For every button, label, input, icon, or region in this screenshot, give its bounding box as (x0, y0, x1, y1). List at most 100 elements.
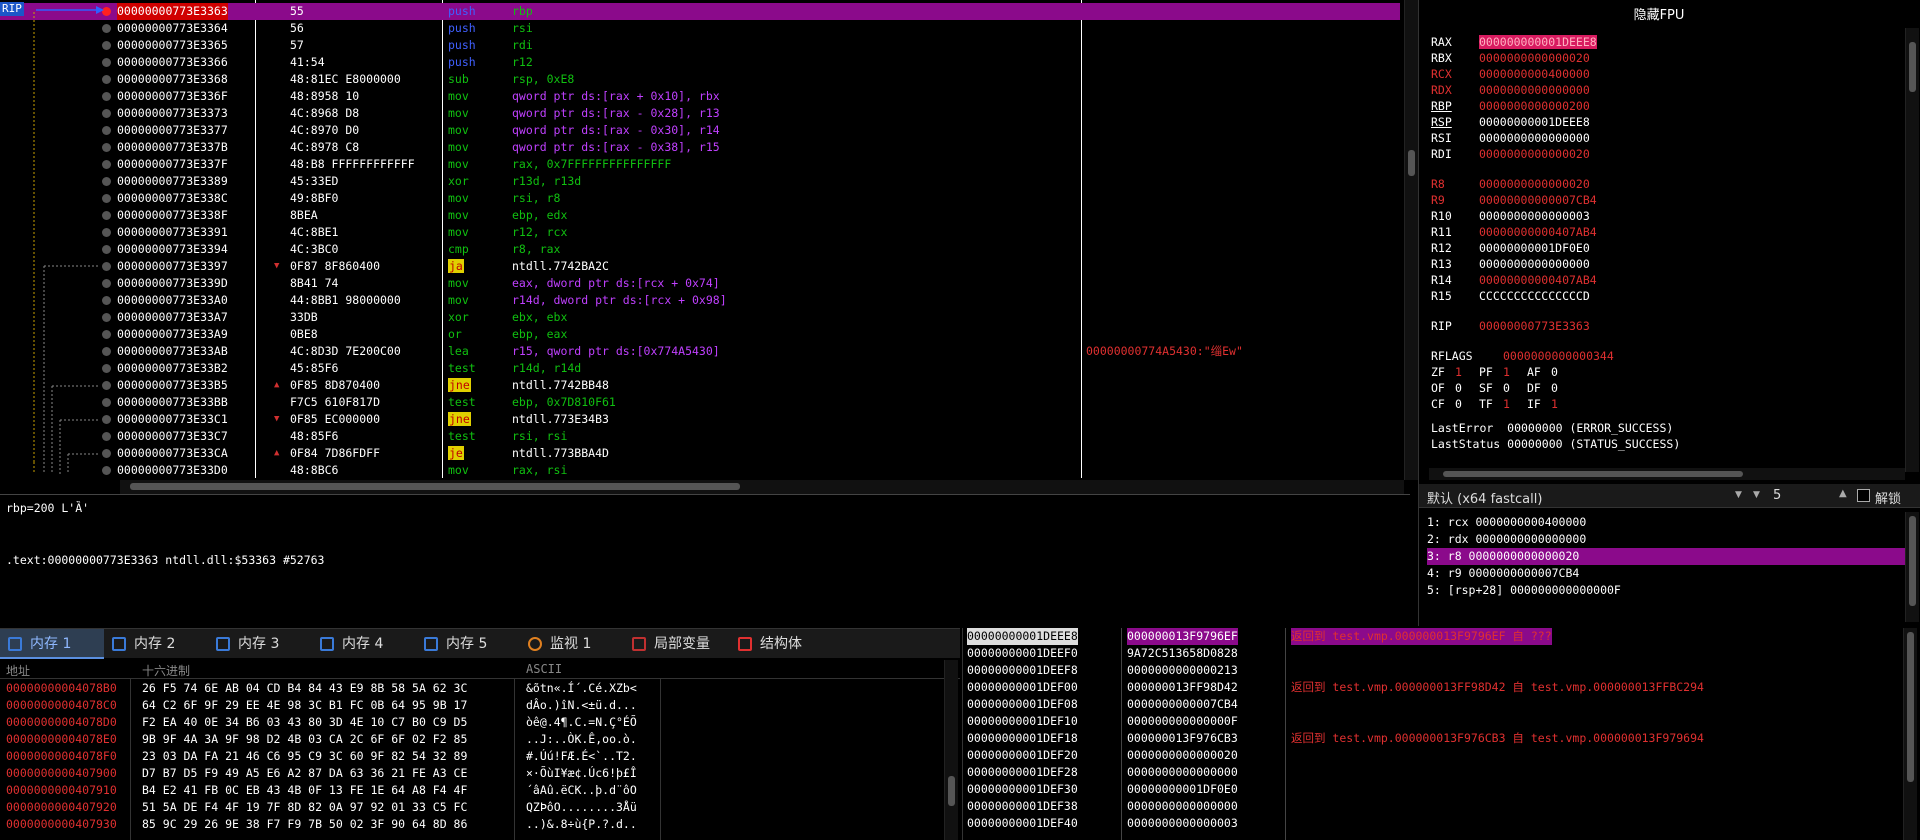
register-row[interactable]: R10 0000000000000003 (1431, 208, 1590, 224)
hex-ascii[interactable]: òê@.4¶.C.=N.Ç°ÉÕ (526, 714, 637, 731)
call-convention-select[interactable]: 默认 (x64 fastcall) (1427, 488, 1542, 507)
registers-panel[interactable]: 隐藏FPU RAX 000000000001DEEE8 RBX 00000000000… (1418, 0, 1920, 484)
disasm-row[interactable]: 00000000773E33AB 4C:8D3D 7E200C00 lea r15, … (0, 343, 1400, 360)
disasm-row[interactable]: 00000000773E337B 4C:8978 C8 mov qword ptr d… (0, 139, 1400, 156)
registers-hscroll[interactable] (1429, 468, 1905, 480)
hex-row[interactable]: 00000000004078E0 9B 9F 4A 3A 9F 98 D2 4B … (6, 731, 637, 748)
tab-4[interactable]: 内存 4 (312, 629, 416, 659)
hex-ascii[interactable]: ..J:..ÒK.Ê,oo.ò. (526, 731, 637, 748)
flag-value[interactable]: 0 (1455, 380, 1479, 396)
argument-row[interactable]: 5: [rsp+28] 000000000000000F (1427, 582, 1907, 599)
hex-bytes[interactable]: 26 F5 74 6E AB 04 CD B4 84 43 E9 8B 58 5… (142, 680, 467, 697)
register-row[interactable]: R9 00000000000007CB4 (1431, 192, 1597, 208)
register-value[interactable]: CCCCCCCCCCCCCCCD (1479, 289, 1590, 303)
register-value[interactable]: 0000000000000000 (1479, 131, 1590, 145)
disasm-row[interactable]: 00000000773E33A7 33DB xor ebx, ebx (0, 309, 1400, 326)
stack-row[interactable]: 00000000001DEEF8 0000000000000213 (963, 662, 1903, 679)
disassembly-view[interactable]: 00000000773E3363 55 push rbp 00000000773E336… (0, 0, 1404, 480)
hex-ascii[interactable]: QZÞôO........3Åü (526, 799, 637, 816)
register-value[interactable]: 0000000000000344 (1503, 349, 1614, 363)
hex-bytes[interactable]: 23 03 DA FA 21 46 C6 95 C9 3C 60 9F 82 5… (142, 748, 467, 765)
disasm-row[interactable]: 00000000773E3389 45:33ED xor r13d, r13d (0, 173, 1400, 190)
hex-bytes[interactable]: 51 5A DE F4 4F 19 7F 8D 82 0A 97 92 01 3… (142, 799, 467, 816)
register-row[interactable]: RSI 0000000000000000 (1431, 130, 1590, 146)
flag-value[interactable]: 0 (1551, 364, 1575, 380)
register-value[interactable]: 0000000000000020 (1479, 147, 1590, 161)
disasm-row[interactable]: 00000000773E337F 48:B8 FFFFFFFFFFFF mov rax… (0, 156, 1400, 173)
callconv-vscroll[interactable] (1905, 512, 1919, 622)
disasm-row[interactable]: 00000000773E3363 55 push rbp (0, 3, 1400, 20)
hex-dump-view[interactable]: 地址 十六进制 ASCII 00000000004078B0 26 F5 74 6… (0, 660, 960, 840)
register-value[interactable]: 0000000000000000 (1479, 83, 1590, 97)
disasm-row[interactable]: 00000000773E33A0 44:8BB1 98000000 mov r14d,… (0, 292, 1400, 309)
register-row[interactable]: R13 0000000000000000 (1431, 256, 1590, 272)
register-value[interactable]: 00000000001DEEE8 (1479, 115, 1590, 129)
stack-row[interactable]: 00000000001DEF10 000000000000000F (963, 713, 1903, 730)
hex-row[interactable]: 0000000000407930 85 9C 29 26 9E 38 F7 F9 … (6, 816, 637, 833)
hex-bytes[interactable]: 9B 9F 4A 3A 9F 98 D2 4B 03 CA 2C 6F 6F 0… (142, 731, 467, 748)
disasm-row[interactable]: 00000000773E33B5 0F85 8D870400 ▲ jne ntdll.7… (0, 377, 1400, 394)
hex-row[interactable]: 00000000004078F0 23 03 DA FA 21 46 C6 95 … (6, 748, 637, 765)
disasm-row[interactable]: 00000000773E3364 56 push rsi (0, 20, 1400, 37)
register-row[interactable]: RSP 00000000001DEEE8 (1431, 114, 1590, 130)
tab-1[interactable]: 内存 1 (0, 629, 104, 659)
disasm-row[interactable]: 00000000773E33CA 0F84 7D86FDFF ▲ je ntdll.77… (0, 445, 1400, 462)
flag-value[interactable]: 0 (1455, 396, 1479, 412)
hex-ascii[interactable]: #.Úú!FÆ.É<`..T2. (526, 748, 637, 765)
hex-row[interactable]: 00000000004078C0 64 C2 6F 9F 29 EE 4E 98 … (6, 697, 637, 714)
stack-view[interactable]: 00000000001DEEE8 000000013F9796EF 返回到 test… (962, 628, 1920, 840)
register-value[interactable]: 00000000773E3363 (1479, 319, 1590, 333)
register-value[interactable]: 0000000000000000 (1479, 257, 1590, 271)
register-row[interactable]: R15 CCCCCCCCCCCCCCCD (1431, 288, 1590, 304)
hex-row[interactable]: 0000000000407900 D7 B7 D5 F9 49 A5 E6 A2 … (6, 765, 637, 782)
register-value[interactable]: 000000000001DEEE8 (1479, 35, 1597, 49)
flags-row[interactable]: CF 0 TF 1 IF 1 (1431, 396, 1575, 412)
hex-bytes[interactable]: F2 EA 40 0E 34 B6 03 43 80 3D 4E 10 C7 B… (142, 714, 467, 731)
disasm-row[interactable]: 00000000773E336F 48:8958 10 mov qword ptr d… (0, 88, 1400, 105)
argument-row[interactable]: 2: rdx 0000000000000000 (1427, 531, 1907, 548)
disasm-row[interactable]: 00000000773E338C 49:8BF0 mov rsi, r8 (0, 190, 1400, 207)
disasm-row[interactable]: 00000000773E3373 4C:8968 D8 mov qword ptr d… (0, 105, 1400, 122)
disasm-row[interactable]: 00000000773E3368 48:81EC E8000000 sub rsp, … (0, 71, 1400, 88)
disasm-row[interactable]: 00000000773E3391 4C:8BE1 mov r12, rcx (0, 224, 1400, 241)
register-value[interactable]: 0000000000000020 (1479, 177, 1590, 191)
flag-value[interactable]: 1 (1503, 396, 1527, 412)
disassembly-vscroll[interactable] (1404, 0, 1418, 480)
chevron-down-icon[interactable]: ▼ (1735, 490, 1742, 500)
unlock-checkbox[interactable] (1857, 489, 1870, 502)
hex-row[interactable]: 00000000004078B0 26 F5 74 6E AB 04 CD B4 … (6, 680, 637, 697)
register-value[interactable]: 00000000000407AB4 (1479, 273, 1597, 287)
register-row[interactable]: RAX 000000000001DEEE8 (1431, 34, 1597, 50)
disasm-row[interactable]: 00000000773E3377 4C:8970 D0 mov qword ptr d… (0, 122, 1400, 139)
tab-5[interactable]: 内存 5 (416, 629, 520, 659)
stack-row[interactable]: 00000000001DEF18 000000013F976CB3 返回到 test… (963, 730, 1903, 747)
tab-3[interactable]: 内存 3 (208, 629, 312, 659)
flags-row[interactable]: OF 0 SF 0 DF 0 (1431, 380, 1575, 396)
stepper-up-icon[interactable]: ▲ (1839, 488, 1847, 499)
register-value[interactable]: 0000000000400000 (1479, 67, 1590, 81)
hex-row[interactable]: 0000000000407920 51 5A DE F4 4F 19 7F 8D … (6, 799, 637, 816)
hex-ascii[interactable]: ´âAû.ëCK..þ.d¨ôO (526, 782, 637, 799)
disasm-row[interactable]: 00000000773E33D0 48:8BC6 mov rax, rsi (0, 462, 1400, 479)
stack-row[interactable]: 00000000001DEF20 0000000000000020 (963, 747, 1903, 764)
hex-bytes[interactable]: 85 9C 29 26 9E 38 F7 F9 7B 50 02 3F 90 6… (142, 816, 467, 833)
hex-bytes[interactable]: B4 E2 41 FB 0C EB 43 4B 0F 13 FE 1E 64 A… (142, 782, 467, 799)
register-value[interactable]: 0000000000000020 (1479, 51, 1590, 65)
flag-value[interactable]: 1 (1503, 364, 1527, 380)
argument-row[interactable]: 1: rcx 0000000000400000 (1427, 514, 1907, 531)
hex-ascii[interactable]: ×·ÕùI¥æ¢.Úc6!þ£Î (526, 765, 637, 782)
hex-ascii[interactable]: ..)&.8÷ù{P.?.d.. (526, 816, 637, 833)
stack-row[interactable]: 00000000001DEEE8 000000013F9796EF 返回到 test… (963, 628, 1903, 645)
flag-value[interactable]: 1 (1551, 396, 1575, 412)
disasm-row[interactable]: 00000000773E3366 41:54 push r12 (0, 54, 1400, 71)
hex-bytes[interactable]: 64 C2 6F 9F 29 EE 4E 98 3C B1 FC 0B 64 9… (142, 697, 467, 714)
arg-count-stepper[interactable]: 5 (1773, 488, 1781, 503)
stack-row[interactable]: 00000000001DEF08 0000000000007CB4 (963, 696, 1903, 713)
flag-value[interactable]: 0 (1551, 380, 1575, 396)
register-row[interactable]: RCX 0000000000400000 (1431, 66, 1590, 82)
hex-row[interactable]: 0000000000407910 B4 E2 41 FB 0C EB 43 4B … (6, 782, 637, 799)
register-row[interactable]: RDI 0000000000000020 (1431, 146, 1590, 162)
argument-row[interactable]: 4: r9 0000000000007CB4 (1427, 565, 1907, 582)
flag-value[interactable]: 1 (1455, 364, 1479, 380)
disasm-row[interactable]: 00000000773E3365 57 push rdi (0, 37, 1400, 54)
